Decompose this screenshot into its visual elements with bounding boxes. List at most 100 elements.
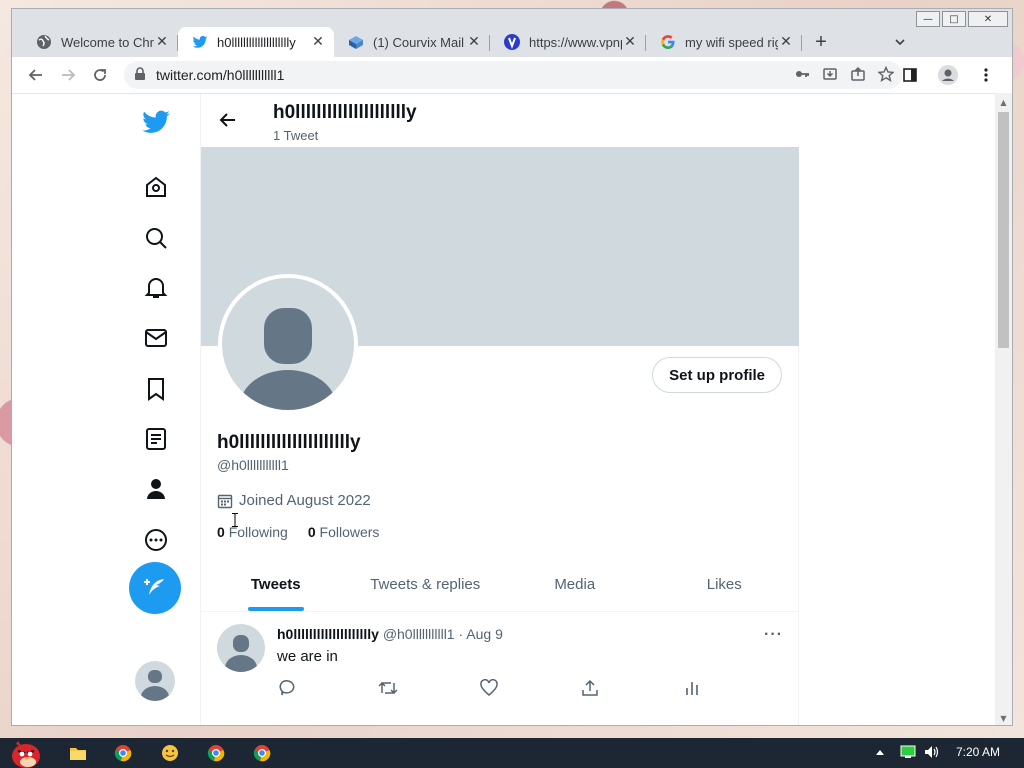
heart-icon [480, 679, 498, 696]
close-tab-icon[interactable]: ✕ [622, 34, 638, 50]
close-tab-icon[interactable]: ✕ [310, 34, 326, 50]
side-panel-button[interactable] [894, 59, 926, 91]
scrollbar-thumb[interactable] [998, 112, 1009, 348]
install-app-icon[interactable] [822, 66, 838, 85]
close-tab-icon[interactable]: ✕ [466, 34, 482, 50]
profile-avatar[interactable] [218, 274, 358, 414]
following-link[interactable]: 0 Following [217, 524, 288, 540]
omnibox-actions [794, 61, 895, 89]
account-icon [938, 65, 958, 85]
volume-icon[interactable] [924, 745, 940, 762]
arrow-left-icon [28, 69, 42, 81]
reload-button[interactable] [84, 59, 116, 91]
like-button[interactable] [478, 676, 500, 700]
google-icon [660, 34, 676, 50]
tab-search-button[interactable] [894, 27, 906, 57]
more-circle-icon [145, 529, 167, 551]
share-tweet-button[interactable] [579, 676, 601, 700]
maximize-button[interactable]: □ [942, 11, 966, 27]
tab-welcome-chrome[interactable]: Welcome to Chrome ✕ [22, 27, 178, 57]
back-arrow-button[interactable] [215, 107, 241, 133]
account-switcher-avatar[interactable] [135, 661, 175, 701]
tab-vpnpro[interactable]: https://www.vpnpro ✕ [490, 27, 646, 57]
tray-expand-icon[interactable] [875, 747, 885, 759]
nav-notifications[interactable] [126, 268, 186, 308]
taskbar: 7:20 AM [0, 738, 1024, 768]
tweet-date[interactable]: Aug 9 [466, 626, 503, 642]
menu-button[interactable] [970, 59, 1002, 91]
network-icon[interactable] [900, 745, 916, 762]
analytics-icon [686, 682, 698, 695]
back-button[interactable] [20, 59, 52, 91]
emoji-app-icon[interactable] [159, 742, 181, 764]
compose-tweet-button[interactable] [129, 562, 181, 614]
star-icon[interactable] [877, 65, 895, 85]
nav-bookmarks[interactable] [126, 369, 186, 409]
address-bar[interactable]: twitter.com/h0lllllllllll1 [124, 61, 902, 89]
tab-tweets[interactable]: Tweets [201, 558, 351, 611]
scroll-up-arrow[interactable]: ▲ [995, 95, 1012, 109]
nav-more[interactable] [126, 520, 186, 560]
default-avatar-icon [240, 308, 336, 410]
url-text: twitter.com/h0lllllllllll1 [156, 67, 285, 83]
reply-button[interactable] [277, 676, 299, 700]
text-cursor [232, 513, 238, 527]
tab-wifi-speed[interactable]: my wifi speed right ✕ [646, 27, 802, 57]
home-icon [146, 176, 166, 197]
angry-bird-icon [12, 741, 40, 768]
analytics-button[interactable] [681, 676, 703, 700]
courvix-icon [348, 34, 364, 50]
vertical-scrollbar[interactable]: ▲ ▼ [995, 93, 1012, 725]
scroll-down-arrow[interactable]: ▼ [995, 711, 1012, 725]
default-avatar-icon [225, 635, 257, 672]
tweet-more-button[interactable]: ··· [764, 626, 783, 644]
tab-title: https://www.vpnpro [529, 34, 622, 50]
tweet-item[interactable]: h0lllllllllllllllllllly @h0lllllllllll1 … [201, 612, 799, 725]
tab-twitter-profile[interactable]: h0lllllllllllllllllllly ✕ [178, 27, 334, 57]
tab-strip: Welcome to Chrome ✕ h0llllllllllllllllll… [22, 27, 1012, 57]
nav-explore[interactable] [126, 218, 186, 258]
arrow-left-icon [219, 113, 235, 127]
minimize-button[interactable]: — [916, 11, 940, 27]
tab-courvix-mail[interactable]: (1) Courvix Mail ✕ [334, 27, 490, 57]
nav-messages[interactable] [126, 318, 186, 358]
profile-button[interactable] [932, 59, 964, 91]
arrow-right-icon [62, 69, 76, 81]
chrome-taskbar-icon[interactable] [112, 742, 134, 764]
tab-likes[interactable]: Likes [650, 558, 800, 611]
nav-profile[interactable] [126, 469, 186, 509]
joined-text: Joined August 2022 [239, 492, 371, 509]
tweet-avatar[interactable] [217, 624, 265, 672]
start-button[interactable] [6, 738, 46, 768]
tweet-author-handle[interactable]: @h0lllllllllll1 [383, 626, 455, 642]
share-icon[interactable] [850, 66, 866, 85]
close-tab-icon[interactable]: ✕ [154, 34, 170, 50]
followers-link[interactable]: 0 Followers [308, 524, 380, 540]
tab-tweets-replies[interactable]: Tweets & replies [351, 558, 501, 611]
tweet-text: we are in [277, 648, 338, 665]
nav-lists[interactable] [126, 419, 186, 459]
chrome-taskbar-icon-2[interactable] [205, 742, 227, 764]
page-viewport: h0llllllllllllllllllllly 1 Tweet Set up … [12, 93, 996, 725]
avatar-icon [141, 670, 169, 701]
key-icon[interactable] [794, 66, 810, 85]
file-explorer-icon[interactable] [67, 742, 89, 764]
profile-header-bar: h0llllllllllllllllllllly 1 Tweet [201, 94, 799, 147]
forward-button[interactable] [52, 59, 84, 91]
window-controls: — □ ✕ [916, 11, 1008, 27]
tab-media[interactable]: Media [500, 558, 650, 611]
chrome-taskbar-icon-3[interactable] [251, 742, 273, 764]
nav-home[interactable] [126, 167, 186, 207]
close-tab-icon[interactable]: ✕ [778, 34, 794, 50]
set-up-profile-button[interactable]: Set up profile [652, 357, 782, 393]
new-tab-button[interactable]: + [806, 27, 836, 57]
reload-icon [94, 69, 106, 81]
close-window-button[interactable]: ✕ [968, 11, 1008, 27]
bookmark-icon [148, 378, 164, 401]
tweet-author-name[interactable]: h0lllllllllllllllllllly [277, 626, 379, 642]
follow-stats: 0 Following 0 Followers [217, 524, 379, 540]
toolbar-right [894, 59, 1002, 91]
retweet-button[interactable] [377, 676, 399, 700]
taskbar-clock[interactable]: 7:20 AM [956, 745, 1000, 759]
twitter-logo[interactable] [126, 102, 186, 142]
